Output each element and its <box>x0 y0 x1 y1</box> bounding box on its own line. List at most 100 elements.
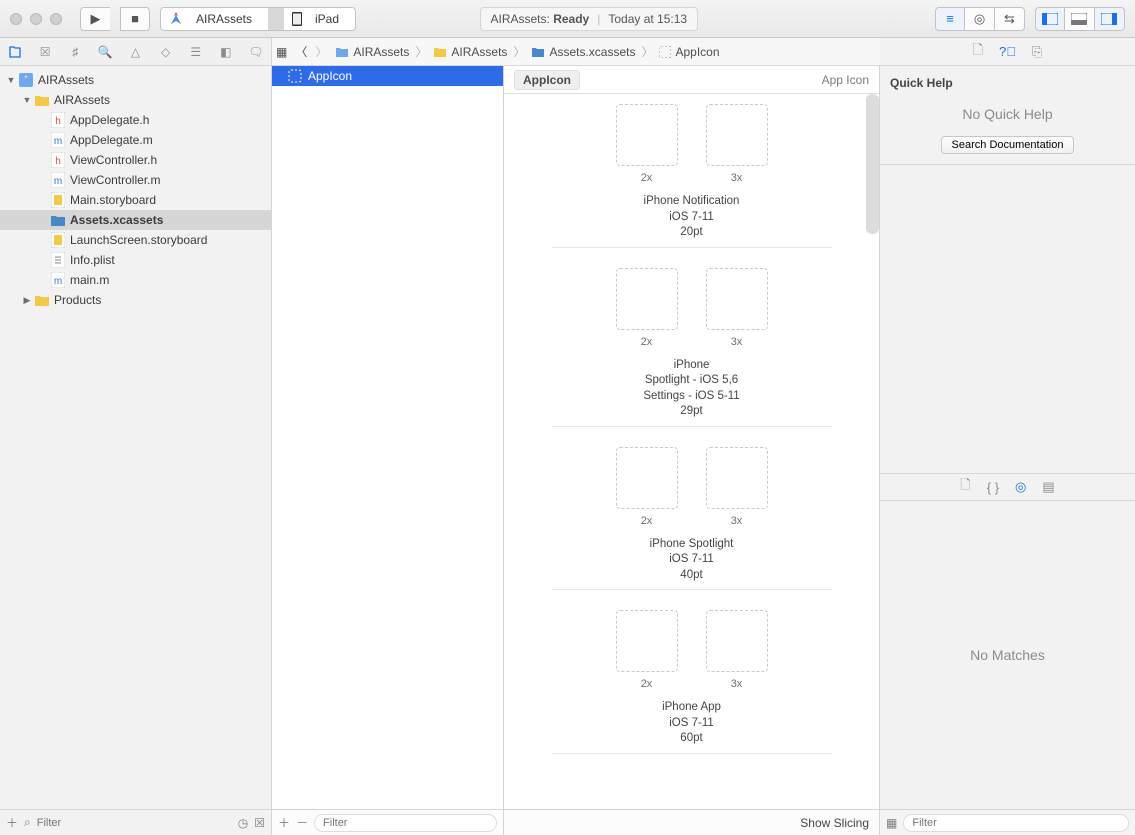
jumpbar-item-3[interactable]: AppIcon <box>655 45 723 59</box>
file-icon <box>50 212 66 228</box>
report-navigator-tab[interactable]: 🗨 <box>247 43 265 61</box>
add-icon[interactable]: ＋ <box>6 814 18 831</box>
navigator-tabs[interactable]: ☒ ♯ 🔍 △ ◇ ☰ ◧ 🗨 <box>0 38 271 66</box>
test-navigator-tab[interactable]: ◇ <box>157 43 175 61</box>
project-navigator-tab[interactable] <box>6 43 24 61</box>
breakpoint-navigator-tab[interactable]: ◧ <box>217 43 235 61</box>
toggle-inspector-button[interactable] <box>1095 7 1125 31</box>
asset-list[interactable]: AppIcon <box>272 66 503 809</box>
search-documentation-button[interactable]: Search Documentation <box>941 136 1075 154</box>
icon-slot[interactable]: 2x <box>616 104 678 184</box>
icon-slot[interactable]: 3x <box>706 104 768 184</box>
object-library-tab[interactable]: ◎ <box>1015 479 1026 495</box>
stop-button[interactable]: ■ <box>120 7 150 31</box>
image-well[interactable] <box>616 268 678 330</box>
media-library-tab[interactable]: ▤ <box>1042 479 1054 495</box>
folder-icon <box>335 46 349 58</box>
library-tabs[interactable]: 🗋 { } ◎ ▤ <box>880 473 1135 501</box>
asset-editor-body[interactable]: 2x3xiPhone NotificationiOS 7-1120pt2x3xi… <box>504 94 879 809</box>
asset-subtitle: App Icon <box>822 73 869 87</box>
back-button[interactable]: 〈 <box>291 43 311 60</box>
remove-asset-button[interactable]: － <box>296 814 308 831</box>
disclosure-icon[interactable]: ▶ <box>20 295 34 306</box>
file-icon <box>18 72 34 88</box>
activity-status: AIRAssets: Ready | Today at 15:13 <box>480 7 699 31</box>
icon-slot[interactable]: 2x <box>616 447 678 527</box>
panel-toggle-segment[interactable] <box>1035 7 1125 31</box>
file-icon: m <box>50 272 66 288</box>
image-well[interactable] <box>706 610 768 672</box>
tree-item-label: AIRAssets <box>38 73 94 87</box>
version-editor-button[interactable]: ⇆ <box>995 7 1025 31</box>
recent-filter-icon[interactable]: ◷ <box>238 816 248 830</box>
file-icon <box>50 252 66 268</box>
svg-text:h: h <box>55 116 61 127</box>
tree-row[interactable]: mViewController.m <box>0 170 271 190</box>
jumpbar-item-2[interactable]: Assets.xcassets <box>527 45 639 59</box>
editor-mode-segment[interactable]: ≡ ◎ ⇆ <box>935 7 1025 31</box>
file-template-library-tab[interactable]: 🗋 <box>960 476 970 498</box>
scheme-selector[interactable]: AIRAssets iPad <box>160 7 356 31</box>
icon-slot[interactable]: 3x <box>706 447 768 527</box>
library-filter-input[interactable] <box>903 814 1129 832</box>
run-button[interactable]: ▶ <box>80 7 110 31</box>
inspector-tabs[interactable]: 🗋 ?⃝ ⎘ <box>880 38 1135 66</box>
tree-row[interactable]: hAppDelegate.h <box>0 110 271 130</box>
image-well[interactable] <box>616 447 678 509</box>
code-snippet-library-tab[interactable]: { } <box>987 480 999 495</box>
image-well[interactable] <box>616 610 678 672</box>
related-items-icon[interactable]: ▦ <box>272 45 291 59</box>
standard-editor-button[interactable]: ≡ <box>935 7 965 31</box>
tree-row[interactable]: ▼AIRAssets <box>0 90 271 110</box>
icon-slot[interactable]: 2x <box>616 268 678 348</box>
debug-navigator-tab[interactable]: ☰ <box>187 43 205 61</box>
project-tree[interactable]: ▼AIRAssets▼AIRAssetshAppDelegate.hmAppDe… <box>0 66 271 809</box>
asset-row[interactable]: AppIcon <box>272 66 503 86</box>
icon-slot[interactable]: 3x <box>706 268 768 348</box>
asset-filter-input[interactable] <box>314 814 497 832</box>
find-navigator-tab[interactable]: 🔍 <box>96 43 114 61</box>
toggle-navigator-button[interactable] <box>1035 7 1065 31</box>
icon-slot[interactable]: 2x <box>616 610 678 690</box>
attributes-inspector-tab[interactable]: ⎘ <box>1032 44 1042 60</box>
close-window-button[interactable] <box>10 13 22 25</box>
tree-row[interactable]: mmain.m <box>0 270 271 290</box>
add-asset-button[interactable]: ＋ <box>278 814 290 831</box>
file-inspector-tab[interactable]: 🗋 <box>973 41 983 63</box>
quick-help-inspector-tab[interactable]: ?⃝ <box>999 44 1016 59</box>
disclosure-icon[interactable]: ▼ <box>4 75 18 85</box>
tree-row[interactable]: mAppDelegate.m <box>0 130 271 150</box>
navigator-filter-input[interactable] <box>37 814 232 832</box>
scrollbar[interactable] <box>866 94 879 234</box>
icon-slot-group: 2x3xiPhone AppiOS 7-1160pt <box>552 610 832 754</box>
scheme-target-label: AIRAssets <box>188 12 260 26</box>
tree-row[interactable]: ▶Products <box>0 290 271 310</box>
symbol-navigator-tab[interactable]: ♯ <box>66 43 84 61</box>
image-well[interactable] <box>706 104 768 166</box>
tree-row[interactable]: Main.storyboard <box>0 190 271 210</box>
tree-row[interactable]: ▼ AIRAssets <box>0 70 271 90</box>
image-well[interactable] <box>706 447 768 509</box>
icon-slot[interactable]: 3x <box>706 610 768 690</box>
file-icon <box>34 292 50 308</box>
scm-filter-icon[interactable]: ☒ <box>254 816 265 830</box>
jumpbar-item-0[interactable]: AIRAssets <box>331 45 413 59</box>
toggle-debug-area-button[interactable] <box>1065 7 1095 31</box>
source-control-navigator-tab[interactable]: ☒ <box>36 43 54 61</box>
grid-view-icon[interactable]: ▦ <box>886 816 897 830</box>
tree-row[interactable]: hViewController.h <box>0 150 271 170</box>
assistant-editor-button[interactable]: ◎ <box>965 7 995 31</box>
tree-row[interactable]: LaunchScreen.storyboard <box>0 230 271 250</box>
disclosure-icon[interactable]: ▼ <box>20 95 34 105</box>
minimize-window-button[interactable] <box>30 13 42 25</box>
image-well[interactable] <box>616 104 678 166</box>
tree-row[interactable]: Assets.xcassets <box>0 210 271 230</box>
zoom-window-button[interactable] <box>50 13 62 25</box>
forward-button[interactable]: 〉 <box>311 43 331 60</box>
show-slicing-button[interactable]: Show Slicing <box>800 816 869 830</box>
jumpbar-item-1[interactable]: AIRAssets <box>429 45 511 59</box>
issue-navigator-tab[interactable]: △ <box>126 43 144 61</box>
jump-bar[interactable]: ▦ 〈 〉 AIRAssets 〉 AIRAssets 〉 Assets.xca… <box>272 38 880 66</box>
image-well[interactable] <box>706 268 768 330</box>
tree-row[interactable]: Info.plist <box>0 250 271 270</box>
